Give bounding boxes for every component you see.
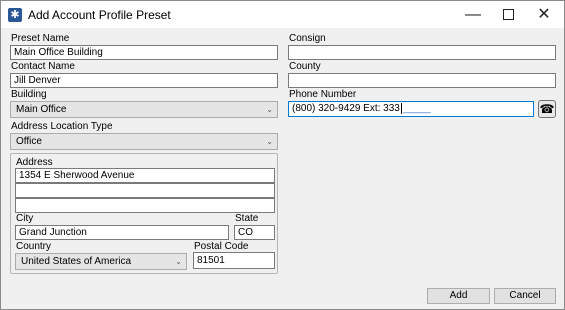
maximize-button[interactable] xyxy=(491,1,525,28)
address-location-type-select[interactable]: Office ⌄ xyxy=(10,133,278,150)
maximize-icon xyxy=(502,8,514,20)
dialog-window: ✱ Add Account Profile Preset — ✕ Preset … xyxy=(0,0,565,310)
county-label: County xyxy=(289,61,321,72)
building-value: Main Office xyxy=(16,104,67,115)
phone-number-value: (800) 320-9429 Ext: 333 xyxy=(292,103,400,114)
chevron-down-icon: ⌄ xyxy=(175,257,182,266)
building-label: Building xyxy=(11,89,47,100)
address-location-type-value: Office xyxy=(16,136,42,147)
title-bar: ✱ Add Account Profile Preset — ✕ xyxy=(1,1,564,28)
telephone-button[interactable]: ☎ xyxy=(538,100,556,118)
city-label: City xyxy=(16,213,34,224)
postal-code-label: Postal Code xyxy=(194,241,249,252)
window-title: Add Account Profile Preset xyxy=(28,8,171,22)
contact-name-input[interactable]: Jill Denver xyxy=(10,73,278,88)
postal-code-input[interactable]: 81501 xyxy=(193,252,275,269)
phone-number-label: Phone Number xyxy=(289,89,357,100)
preset-name-input[interactable]: Main Office Building xyxy=(10,45,278,60)
app-gear-icon: ✱ xyxy=(8,8,22,22)
minimize-button[interactable]: — xyxy=(456,1,490,28)
address-line3-input[interactable] xyxy=(15,198,275,213)
city-input[interactable]: Grand Junction xyxy=(15,225,229,240)
cancel-button[interactable]: Cancel xyxy=(494,288,556,304)
state-input[interactable]: CO xyxy=(234,225,275,240)
add-button[interactable]: Add xyxy=(427,288,490,304)
consign-label: Consign xyxy=(289,33,326,44)
state-label: State xyxy=(235,213,259,224)
chevron-down-icon: ⌄ xyxy=(266,137,273,146)
close-button[interactable]: ✕ xyxy=(527,1,561,28)
county-input[interactable] xyxy=(288,73,556,88)
chevron-down-icon: ⌄ xyxy=(266,105,273,114)
address-label: Address xyxy=(16,157,53,168)
address-line1-input[interactable]: 1354 E Sherwood Avenue xyxy=(15,168,275,183)
country-value: United States of America xyxy=(21,256,132,267)
contact-name-label: Contact Name xyxy=(11,61,75,72)
address-location-type-label: Address Location Type xyxy=(11,121,113,132)
phone-mask: _____ xyxy=(402,103,431,114)
consign-input[interactable] xyxy=(288,45,556,60)
phone-number-input[interactable]: (800) 320-9429 Ext: 333 _____ xyxy=(288,101,534,117)
text-cursor xyxy=(400,102,402,114)
country-label: Country xyxy=(16,241,52,252)
telephone-icon: ☎ xyxy=(539,102,555,116)
preset-name-label: Preset Name xyxy=(11,33,70,44)
country-select[interactable]: United States of America ⌄ xyxy=(15,253,187,270)
address-line2-input[interactable] xyxy=(15,183,275,198)
building-select[interactable]: Main Office ⌄ xyxy=(10,101,278,118)
